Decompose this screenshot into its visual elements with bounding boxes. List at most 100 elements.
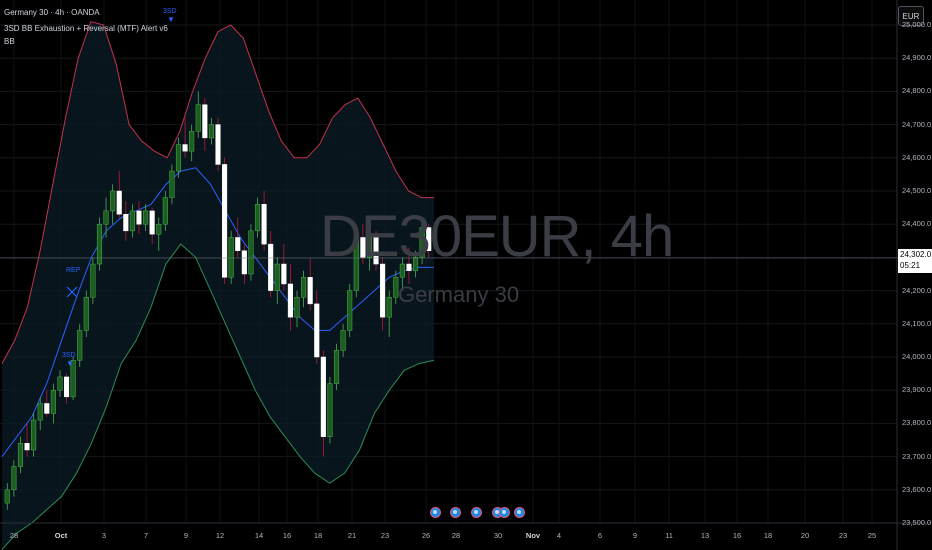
candle-body — [50, 389, 56, 414]
candle-body — [17, 443, 24, 467]
candle — [228, 230, 234, 284]
candle-body — [333, 350, 340, 384]
candle-body — [380, 263, 386, 318]
candle-body — [301, 277, 307, 298]
candle-body — [222, 164, 228, 278]
time-tick-label: 18 — [313, 531, 323, 540]
price-tick-label: 24,800.0 — [902, 86, 932, 96]
price-tick-label: 23,500.0 — [902, 518, 932, 527]
price-tick-label: 25,000.0 — [902, 20, 932, 29]
candle-body — [340, 330, 346, 351]
time-tick-label: 4 — [556, 531, 562, 540]
time-tick-label: 12 — [215, 531, 225, 540]
price-tick-label: 24,400.0 — [902, 219, 932, 229]
candle-body — [248, 230, 254, 275]
time-tick-label: 23 — [838, 531, 848, 540]
band-fill — [2, 21, 434, 550]
candle — [215, 117, 221, 172]
price-tick-label: 23,900.0 — [902, 385, 932, 395]
price-tick-label: 24,600.0 — [902, 152, 932, 162]
candle-body — [31, 419, 37, 451]
candle-body — [294, 296, 300, 318]
time-tick-label: 23 — [380, 531, 390, 540]
candle-body — [215, 124, 221, 165]
time-tick-label: 18 — [763, 531, 773, 540]
time-tick-label: 20 — [800, 531, 810, 540]
triangle-down-icon: ▼ — [167, 15, 175, 24]
candle-body — [327, 383, 333, 437]
triangle-down-icon: ▼ — [66, 359, 74, 368]
candle-body — [77, 330, 83, 361]
candle-body — [149, 210, 155, 235]
candle-body — [261, 204, 267, 245]
candle-body — [156, 223, 162, 235]
candle-body — [24, 443, 30, 451]
price-tick-label: 24,000.0 — [902, 352, 932, 361]
candle-body — [208, 124, 214, 139]
candle — [90, 257, 96, 304]
time-tick-label: 16 — [732, 531, 742, 540]
candle-body — [241, 250, 247, 275]
3sd-marker-top: 3SD ▼ — [163, 8, 177, 24]
candle-body — [110, 190, 116, 212]
candle — [31, 413, 37, 457]
time-tick-label: 25 — [867, 531, 877, 540]
event-icon[interactable] — [430, 507, 441, 518]
legend-indicator-3sd[interactable]: 3SD BB Exhaustion + Reversal (MTF) Alert… — [4, 24, 168, 34]
time-tick-label: 9 — [183, 531, 189, 540]
event-icon[interactable] — [471, 507, 482, 518]
time-tick-label: 16 — [282, 531, 292, 540]
candle-body — [162, 197, 168, 225]
time-tick-label: 7 — [143, 531, 149, 540]
price-tick-label: 24,900.0 — [902, 53, 932, 63]
event-icon[interactable] — [499, 507, 510, 518]
bar-countdown: 05:21 — [900, 261, 921, 270]
price-chart[interactable] — [0, 0, 932, 550]
time-tick-label: 26 — [421, 531, 431, 540]
candle-body — [37, 403, 43, 421]
price-tick-label: 23,800.0 — [902, 418, 932, 428]
band-fill-area — [2, 21, 434, 550]
time-tick-label: 28 — [451, 531, 461, 540]
3sd-marker-top-label: 3SD — [163, 8, 177, 15]
candle-body — [320, 356, 326, 437]
candle-body — [123, 213, 129, 232]
candle-body — [386, 296, 392, 318]
event-icon[interactable] — [450, 507, 461, 518]
event-icon[interactable] — [514, 507, 525, 518]
time-tick-label: 30 — [493, 531, 503, 540]
candle-body — [57, 376, 63, 391]
candle — [327, 376, 333, 444]
watermark-symbol: DE30EUR, 4h — [320, 204, 674, 269]
candle-body — [307, 277, 313, 305]
candle-body — [169, 170, 175, 198]
time-tick-label: 9 — [632, 531, 638, 540]
rep-marker: REP — [66, 267, 81, 274]
price-tick-label: 24,200.0 — [902, 285, 932, 295]
candle-body — [136, 210, 142, 225]
candle-body — [202, 104, 208, 139]
watermark-description: Germany 30 — [398, 282, 520, 307]
candle — [222, 157, 228, 284]
candle-body — [287, 283, 293, 318]
time-tick-label: 3 — [101, 531, 107, 540]
candle-body — [228, 237, 234, 278]
candle — [333, 343, 340, 391]
time-tick-label: 11 — [665, 531, 673, 540]
price-tick-label: 24,500.0 — [902, 186, 932, 195]
legend-title[interactable]: Germany 30 · 4h · OANDA — [4, 8, 100, 18]
legend-indicator-bb[interactable]: BB — [4, 37, 15, 47]
last-price-value: 24,302.0 — [900, 250, 932, 259]
candle-body — [281, 263, 287, 285]
candle — [96, 217, 103, 271]
price-tick-label: 23,700.0 — [902, 451, 932, 461]
candle-body — [314, 303, 320, 358]
candle-body — [182, 144, 188, 152]
candle-body — [129, 210, 135, 232]
candle-body — [4, 489, 10, 504]
candle-body — [268, 243, 274, 291]
time-tick-label: 6 — [597, 531, 603, 540]
time-tick-label: 28 — [9, 531, 19, 540]
3sd-marker-mid-label: 3SD — [62, 352, 76, 359]
candle-body — [44, 403, 50, 414]
